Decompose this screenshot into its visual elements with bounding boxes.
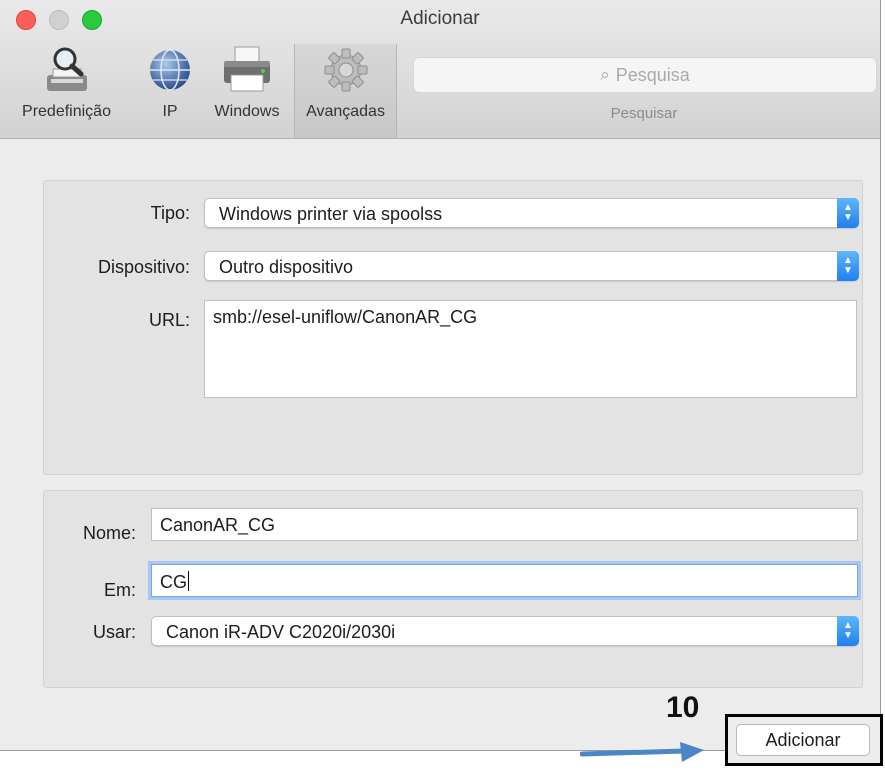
printer-icon — [224, 46, 270, 92]
toolbar-item-predefinicao[interactable]: Predefinição — [0, 45, 133, 121]
add-button-highlight: Adicionar — [725, 714, 883, 766]
nome-value: CanonAR_CG — [160, 515, 276, 535]
step-number-annotation: 10 — [666, 691, 700, 724]
pointer-arrow-icon — [580, 742, 704, 762]
usar-popup[interactable]: Canon iR-ADV C2020i/2030i ▲ ▼ — [151, 616, 859, 646]
popup-stepper-icon: ▲ ▼ — [837, 198, 859, 228]
url-label: URL: — [148, 310, 190, 330]
dispositivo-value: Outro dispositivo — [219, 257, 354, 277]
tipo-popup[interactable]: Windows printer via spoolss ▲ ▼ — [204, 198, 859, 228]
em-field[interactable]: CG — [151, 564, 858, 597]
dispositivo-label: Dispositivo: — [97, 257, 190, 277]
add-button[interactable]: Adicionar — [736, 724, 870, 756]
toolbar-item-label: Windows — [214, 103, 280, 120]
nome-field[interactable]: CanonAR_CG — [151, 508, 858, 541]
search-icon: ⌕ — [600, 65, 610, 84]
usar-value: Canon iR-ADV C2020i/2030i — [166, 622, 396, 642]
window-title: Adicionar — [400, 8, 480, 29]
globe-icon — [150, 49, 190, 91]
popup-stepper-icon: ▲ ▼ — [837, 251, 859, 281]
tipo-value: Windows printer via spoolss — [219, 204, 443, 224]
search-placeholder: Pesquisa — [615, 64, 690, 85]
toolbar-item-label: Avançadas — [306, 103, 385, 120]
url-value: smb://esel-uniflow/CanonAR_CG — [213, 307, 478, 327]
search-field[interactable]: ⌕ Pesquisa — [413, 57, 877, 93]
toolbar: Adicionar Predefinição IP Windows Avança… — [0, 0, 880, 139]
dispositivo-popup[interactable]: Outro dispositivo ▲ ▼ — [204, 251, 859, 281]
gear-icon — [324, 48, 367, 92]
em-label: Em: — [103, 580, 136, 600]
toolbar-item-label: IP — [162, 103, 178, 120]
toolbar-item-avancadas[interactable]: Avançadas — [294, 44, 397, 138]
text-cursor — [188, 571, 189, 591]
popup-stepper-icon: ▲ ▼ — [837, 616, 859, 646]
search-caption: Pesquisar — [610, 105, 678, 122]
em-value: CG — [160, 572, 187, 592]
toolbar-item-label: Predefinição — [22, 103, 111, 120]
url-field[interactable]: smb://esel-uniflow/CanonAR_CG — [204, 300, 857, 398]
toolbar-item-ip[interactable]: IP — [140, 45, 200, 121]
tipo-label: Tipo: — [150, 203, 190, 223]
nome-label: Nome: — [82, 523, 136, 543]
toolbar-item-windows[interactable]: Windows — [203, 45, 291, 121]
magnifier-printer-icon — [46, 47, 87, 91]
usar-label: Usar: — [92, 622, 136, 642]
add-printer-window: Adicionar Predefinição IP Windows Avança… — [0, 0, 881, 751]
